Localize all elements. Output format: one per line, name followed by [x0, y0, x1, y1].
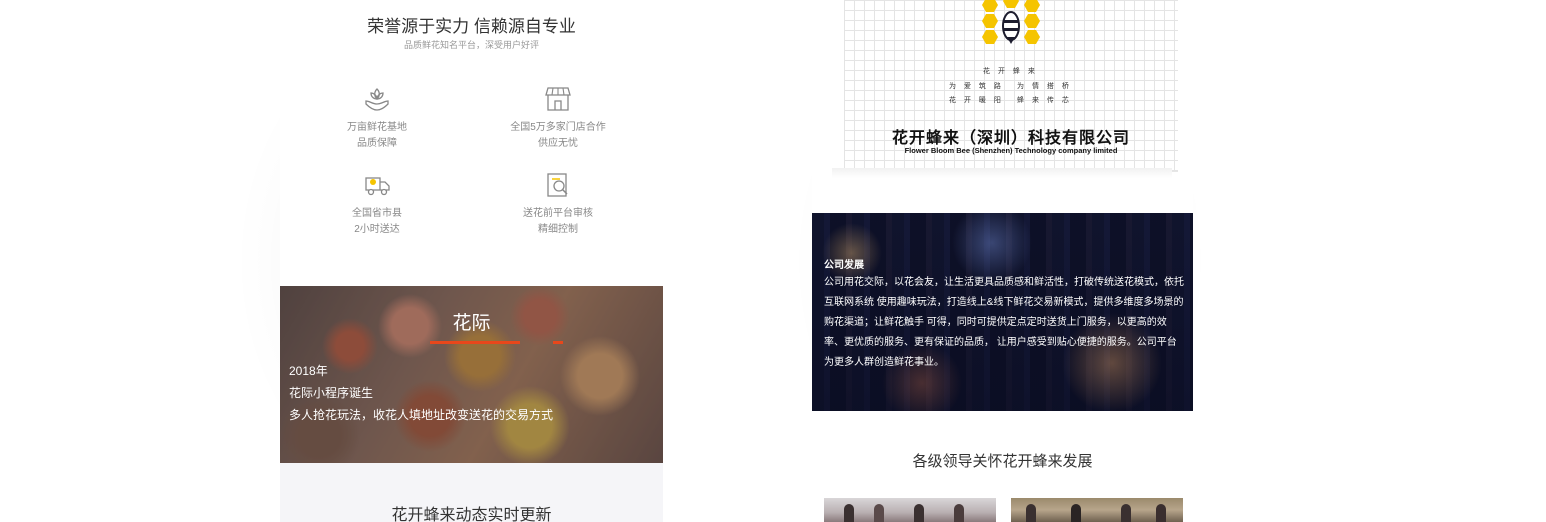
feature-flower-base: 万亩鲜花基地 品质保障	[292, 84, 462, 152]
slogan-1: 为 爱 筑 路	[949, 83, 1004, 90]
slogan-4: 蜂 来 传 芯	[1017, 97, 1072, 104]
feature-line2: 品质保障	[357, 138, 397, 149]
feature-line1: 送花前平台审核	[523, 208, 593, 219]
feature-review: 送花前平台审核 精细控制	[473, 170, 643, 238]
flower-hand-icon	[365, 88, 389, 111]
delivery-truck-icon	[365, 177, 390, 196]
huaji-headline: 花际小程序诞生	[289, 386, 374, 400]
feature-line2: 供应无忧	[538, 138, 578, 149]
feature-line1: 全国省市县	[352, 208, 402, 219]
huaji-section: 花际 2018年 花际小程序诞生 多人抢花玩法，收花人填地址改变送花的交易方式	[280, 286, 663, 463]
huaji-underline-dot	[553, 341, 563, 344]
leader-photo-2[interactable]	[1011, 498, 1183, 522]
dynamic-title: 花开蜂来动态实时更新	[391, 507, 552, 522]
feature-line1: 全国5万多家门店合作	[510, 122, 606, 133]
huaji-year: 2018年	[289, 364, 328, 378]
slogan-main: 花 开 蜂 来	[983, 68, 1038, 75]
left-phone-screen: 荣誉源于实力 信赖源自专业 品质鲜花知名平台，深受用户好评 万亩鲜花基地 品质保…	[280, 0, 663, 522]
huaji-title: 花际	[452, 313, 491, 334]
feature-line2: 2小时送达	[354, 224, 400, 235]
honor-title: 荣誉源于实力 信赖源自专业	[367, 17, 576, 36]
feature-line1: 万亩鲜花基地	[347, 122, 407, 133]
bee-honeycomb-logo-icon	[982, 0, 1040, 44]
company-name-cn: 花开蜂来（深圳）科技有限公司	[891, 130, 1130, 147]
develop-title: 公司发展	[824, 260, 864, 271]
dynamic-section: 花开蜂来动态实时更新	[280, 463, 663, 522]
document-search-icon	[547, 173, 568, 197]
logo-card-shadow	[832, 168, 1172, 178]
slogan-2: 为 情 搭 桥	[1017, 83, 1072, 90]
company-name-en: Flower Bloom Bee (Shenzhen) Technology c…	[904, 146, 1118, 155]
storefront-icon	[545, 87, 571, 111]
right-phone-screen: 花 开 蜂 来 为 爱 筑 路 为 情 搭 桥 花 开 暖 阳 蜂 来 传 芯 …	[812, 0, 1193, 522]
leaders-title: 各级领导关怀花开蜂来发展	[912, 453, 1093, 470]
slogan-3: 花 开 暖 阳	[949, 97, 1004, 104]
develop-section: 公司发展 公司用花交际，以花会友，让生活更具品质感和鲜活性，打破传统送花模式，依…	[812, 213, 1193, 411]
develop-text: 公司用花交际，以花会友，让生活更具品质感和鲜活性，打破传统送花模式，依托互联网系…	[824, 277, 1184, 368]
feature-line2: 精细控制	[538, 224, 578, 235]
feature-stores: 全国5万多家门店合作 供应无忧	[473, 84, 643, 152]
honor-subtitle: 品质鲜花知名平台，深受用户好评	[403, 40, 539, 50]
leader-photo-1[interactable]	[824, 498, 996, 522]
huaji-desc: 多人抢花玩法，收花人填地址改变送花的交易方式	[289, 408, 554, 422]
huaji-underline	[430, 341, 520, 344]
feature-delivery: 全国省市县 2小时送达	[292, 170, 462, 238]
honor-section: 荣誉源于实力 信赖源自专业 品质鲜花知名平台，深受用户好评 万亩鲜花基地 品质保…	[280, 0, 663, 286]
